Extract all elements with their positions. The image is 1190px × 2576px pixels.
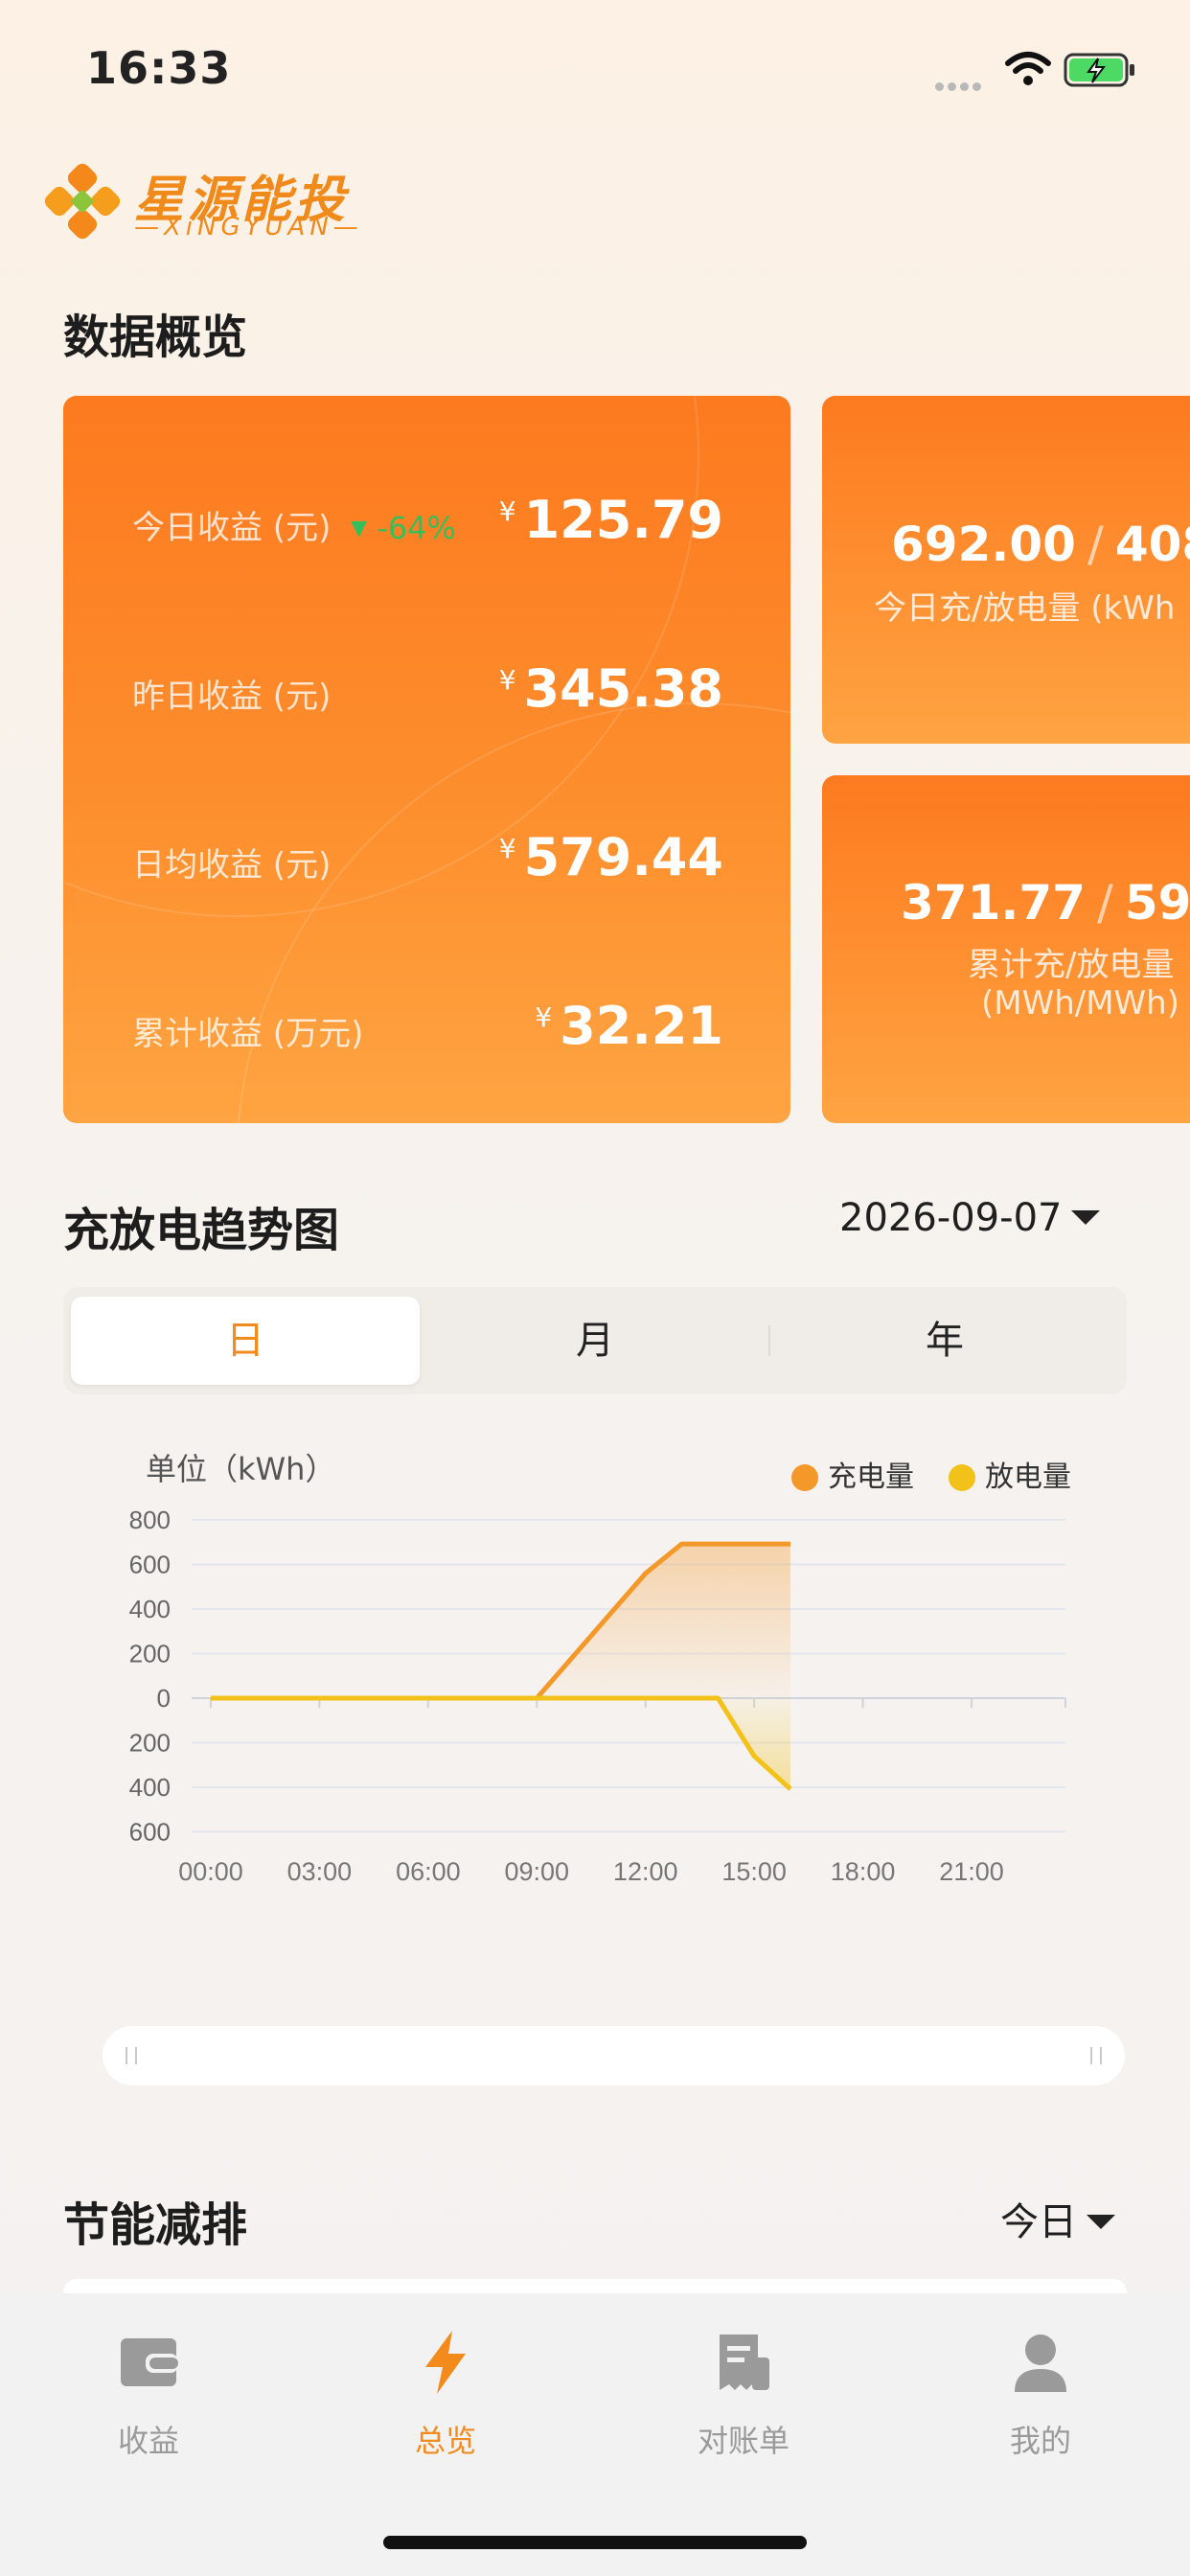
wifi-icon <box>1005 52 1051 85</box>
y-tick-label: 800 <box>129 1506 171 1534</box>
x-tick-label: 00:00 <box>178 1857 243 1886</box>
x-tick-label: 03:00 <box>287 1857 353 1886</box>
tab-year[interactable]: 年 <box>770 1297 1119 1385</box>
legend-dot-icon <box>949 1464 975 1491</box>
energy-values: 692.00/408 <box>891 517 1190 572</box>
tab-statement[interactable]: 对账单 <box>648 2329 839 2461</box>
earnings-card[interactable]: 今日收益 (元) ▼ -64% ¥125.79 昨日收益 (元) ¥345.38… <box>63 396 790 1123</box>
earnings-value: ¥125.79 <box>498 490 723 550</box>
y-tick-label: 0 <box>157 1684 171 1713</box>
y-tick-label: 400 <box>129 1595 171 1623</box>
legend-discharge[interactable]: 放电量 <box>949 1453 1071 1495</box>
user-icon <box>1015 2334 1066 2392</box>
y-tick-label: 200 <box>129 1640 171 1668</box>
earnings-row-today: 今日收益 (元) ▼ -64% ¥125.79 <box>132 480 723 557</box>
period-segmented-control: 日 月 年 <box>63 1287 1127 1394</box>
tab-earnings[interactable]: 收益 <box>53 2329 244 2461</box>
tab-day[interactable]: 日 <box>71 1297 420 1385</box>
energy-saving-title: 节能减排 <box>63 2198 248 2252</box>
brand-logo <box>44 163 121 240</box>
x-tick-label: 21:00 <box>939 1857 1004 1886</box>
x-tick-label: 15:00 <box>721 1857 787 1886</box>
energy-label: 今日充/放电量 (kWh <box>874 589 1176 628</box>
earnings-value: ¥579.44 <box>498 827 723 887</box>
x-tick-label: 18:00 <box>831 1857 896 1886</box>
home-indicator <box>383 2536 807 2549</box>
chart-range-slider[interactable] <box>103 2026 1125 2085</box>
x-axis: 00:00 03:00 06:00 09:00 12:00 15:00 18:00 21:00 <box>178 1698 1066 1886</box>
y-tick-label: 200 <box>129 1729 171 1758</box>
earnings-label: 今日收益 (元) <box>132 509 332 547</box>
status-time: 16:33 <box>86 42 232 94</box>
tab-month[interactable]: 月 <box>421 1297 769 1385</box>
wallet-icon <box>121 2338 178 2386</box>
earnings-value: ¥32.21 <box>535 996 723 1056</box>
trend-chart[interactable]: 800 600 400 200 0 200 400 600 00:00 03:00 06:00 09… <box>0 1495 1190 1898</box>
lightning-icon <box>425 2331 466 2394</box>
energy-unit-label: (MWh/MWh) <box>981 984 1179 1023</box>
y-tick-label: 600 <box>129 1818 171 1847</box>
legend-charge[interactable]: 充电量 <box>791 1453 914 1495</box>
caret-down-icon <box>1087 2215 1115 2229</box>
series-area <box>211 1544 790 1698</box>
slider-right-handle[interactable] <box>1090 2047 1102 2064</box>
range-value: 今日 <box>1000 2200 1077 2244</box>
earnings-label: 累计收益 (万元) <box>132 1015 364 1053</box>
tab-profile[interactable]: 我的 <box>945 2329 1136 2461</box>
y-tick-label: 600 <box>129 1551 171 1579</box>
chart-unit-label: 单位（kWh） <box>146 1451 336 1487</box>
earnings-label: 昨日收益 (元) <box>132 678 332 716</box>
today-energy-card[interactable]: 692.00/408 今日充/放电量 (kWh <box>822 396 1190 744</box>
battery-icon <box>1064 53 1134 87</box>
trend-title: 充放电趋势图 <box>63 1204 340 1257</box>
brand-subtitle: —XıNGYUAN— <box>134 213 363 242</box>
change-badge: ▼ -64% <box>351 510 456 546</box>
earnings-row-yesterday: 昨日收益 (元) ¥345.38 <box>132 649 723 725</box>
cumulative-energy-card[interactable]: 371.77/594 累计充/放电量 (MWh/MWh) <box>822 775 1190 1123</box>
earnings-label: 日均收益 (元) <box>132 846 332 885</box>
y-axis: 800 600 400 200 0 200 400 600 <box>129 1506 171 1847</box>
bill-icon <box>720 2334 769 2390</box>
date-picker[interactable]: 2026-09-07 <box>839 1196 1101 1240</box>
x-tick-label: 06:00 <box>396 1857 461 1886</box>
earnings-row-cumulative: 累计收益 (万元) ¥32.21 <box>132 986 723 1063</box>
down-triangle-icon: ▼ <box>351 517 368 540</box>
x-tick-label: 12:00 <box>613 1857 678 1886</box>
energy-values: 371.77/594 <box>901 875 1190 931</box>
legend-dot-icon <box>791 1464 818 1491</box>
caret-down-icon <box>1071 1210 1101 1225</box>
date-value: 2026-09-07 <box>839 1196 1063 1240</box>
x-tick-label: 09:00 <box>504 1857 569 1886</box>
energy-label: 累计充/放电量 <box>968 946 1175 984</box>
y-tick-label: 400 <box>129 1773 171 1802</box>
range-picker[interactable]: 今日 <box>1000 2191 1115 2246</box>
signal-icon <box>935 77 991 91</box>
overview-title: 数据概览 <box>63 310 248 364</box>
earnings-value: ¥345.38 <box>498 658 723 719</box>
earnings-row-daily-average: 日均收益 (元) ¥579.44 <box>132 817 723 894</box>
slider-left-handle[interactable] <box>126 2047 137 2064</box>
chart-series <box>211 1541 792 1791</box>
tab-overview[interactable]: 总览 <box>350 2329 541 2461</box>
